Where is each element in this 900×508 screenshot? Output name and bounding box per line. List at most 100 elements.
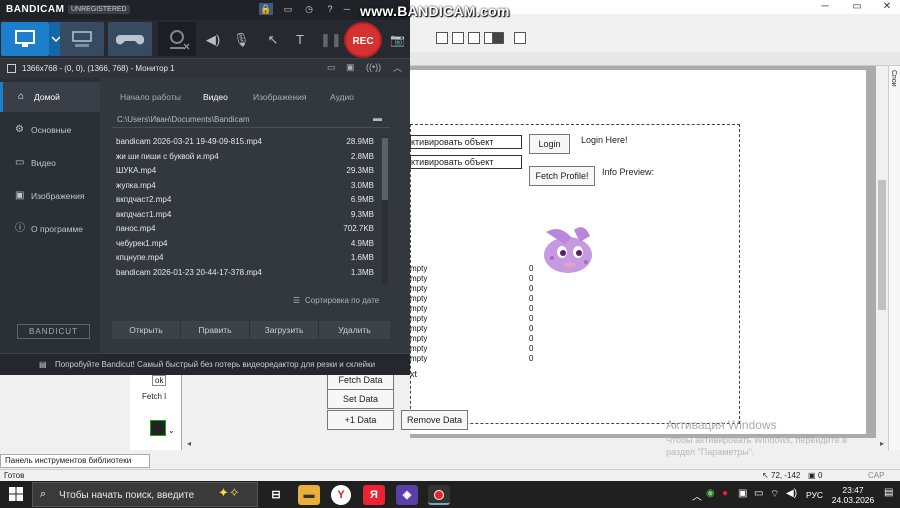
file-row[interactable]: жупка.mp4 3.0MB [112,179,380,194]
close-button[interactable]: ✕ [876,0,898,14]
file-row[interactable]: bandicam 2026-01-23 20-44-17-378.mp4 1.3M… [112,266,380,281]
library-toolbar-tab[interactable]: Панель инструментов библиотеки [0,454,150,468]
plus-data-button[interactable]: +1 Data [327,410,394,430]
sort-by-date[interactable]: Сортировка по дате [305,296,379,305]
language-indicator[interactable]: РУС [806,490,823,500]
windows-start-icon[interactable] [8,486,24,502]
pause-icon[interactable]: ❚❚ [320,33,342,46]
file-row[interactable]: панос.mp4 702.7KB [112,222,380,237]
tray-record-icon[interactable]: ● [722,488,728,499]
cursor-effect-icon[interactable]: ↖ [265,33,281,46]
text-input-2[interactable]: ктивировать объект [410,155,522,169]
file-row[interactable]: чебурек1.mp4 4.9MB [112,237,380,252]
network-icon[interactable]: ⌔ [770,488,779,501]
file-list: bandicam 2026-03-21 19-49-09-815.mp4 28.9… [112,135,380,285]
video-icon[interactable]: ▭ [327,62,336,73]
microphone-icon[interactable]: 🎙 [233,33,250,46]
audio-wave-icon[interactable]: ((•)) [366,62,381,72]
sidebar-item-about[interactable]: ⓘ О программе [0,214,100,244]
toolbar-icon[interactable] [436,32,448,44]
list-value: 0 [529,324,534,333]
status-bar: Готов ↖ 72, -142 ▣ 0 CAP NUM [0,469,900,489]
camera-icon[interactable]: 📷 [390,33,405,47]
tab-video[interactable]: Видео [203,92,228,102]
toolbox-item-icon[interactable] [150,420,166,436]
list-value: 0 [529,284,534,293]
scroll-left-icon[interactable]: ◂ [187,439,191,448]
file-row[interactable]: bandicam 2026-03-21 19-49-09-815.mp4 28.9… [112,135,380,150]
yandex-icon[interactable]: Я [363,485,385,505]
right-collapsed-panel[interactable]: Спои [888,66,900,450]
bandicam-logo: BANDICAM [6,4,65,15]
maximize-button[interactable]: ▭ [846,0,868,14]
toolbox-item-ok[interactable]: ok [152,375,167,386]
text-icon[interactable]: T [292,33,308,46]
remove-data-button[interactable]: Remove Data [401,410,468,430]
upload-button[interactable]: Загрузить [250,321,319,339]
bandicam-task-icon[interactable] [428,485,450,505]
tab-audio[interactable]: Аудио [330,92,354,102]
sidebar-item-images[interactable]: ▣ Изображения [0,181,100,211]
file-explorer-icon[interactable]: ▬ [298,485,320,505]
tab-images[interactable]: Изображения [253,92,306,102]
minimize-icon[interactable]: ─ [340,3,354,15]
set-data-button[interactable]: Set Data [327,389,394,409]
chat-icon: ▤ [39,360,47,369]
toolbar-icon[interactable] [514,32,526,44]
chevron-down-icon[interactable]: ⌄ [168,426,175,435]
file-row[interactable]: вкпдчаст2.mp4 6.9MB [112,193,380,208]
screen-mode-button[interactable] [1,22,49,56]
edit-button[interactable]: Править [181,321,250,339]
minimize-button[interactable]: ─ [814,0,836,14]
delete-button[interactable]: Удалить [320,321,389,339]
collapse-icon[interactable]: ︿ [393,61,402,74]
status-size: 0 [818,471,823,480]
scrollbar-thumb[interactable] [878,180,886,310]
image-icon[interactable]: ▣ [346,62,355,73]
toolbar-icon[interactable] [452,32,464,44]
sidebar-item-general[interactable]: ⚙ Основные [0,115,100,145]
clock-icon[interactable]: ◷ [302,3,316,15]
promo-text[interactable]: Попробуйте Bandicut! Самый быстрый без п… [55,360,375,369]
yandex-browser-icon[interactable]: Y [331,485,351,505]
lock-icon[interactable]: 🔒 [259,3,273,15]
webcam-mode-button[interactable] [158,22,196,56]
scroll-right-icon[interactable]: ▸ [880,439,884,448]
toolbox-item-fetch[interactable]: Fetch l [142,392,166,401]
notifications-icon[interactable]: ▤ [884,487,893,498]
scrollbar-thumb[interactable] [382,138,388,200]
sidebar-item-video[interactable]: ▭ Видео [0,148,100,178]
tray-app-icon[interactable]: ◉ [706,488,715,499]
tray-chevron-icon[interactable]: ︿ [692,488,702,503]
volume-icon[interactable]: ◀) [786,488,797,499]
unregistered-badge: UNREGISTERED [68,5,130,14]
file-row[interactable]: кпцнупе.mp4 1.6MB [112,251,380,266]
speaker-icon[interactable]: ◀) [205,33,221,46]
battery-icon[interactable]: ▭ [754,488,763,499]
text-input-1[interactable]: ктивировать объект [410,135,522,149]
info-preview-label: Info Preview: [602,167,655,177]
folder-icon[interactable]: ▬ [373,113,382,123]
fetch-profile-button[interactable]: Fetch Profile! [529,166,595,186]
toolbar-icon[interactable] [492,32,504,44]
record-button[interactable]: REC [344,22,382,58]
login-button[interactable]: Login [529,134,570,154]
file-row[interactable]: ШУКА.mp4 29.3MB [112,164,380,179]
tab-getting-started[interactable]: Начало работы [120,92,181,102]
file-row[interactable]: жи ши пиши с буквой и.mp4 2.8MB [112,150,380,165]
toolbar-icon[interactable] [468,32,480,44]
gamepad-mode-button[interactable] [108,22,152,56]
bandicut-link[interactable]: BANDICUT [17,324,90,339]
clock-date[interactable]: 24.03.2026 [828,495,878,505]
folder-icon[interactable]: ▭ [281,3,295,15]
task-view-icon[interactable]: ⊟ [265,485,287,505]
hdmi-mode-button[interactable] [60,22,104,56]
area-icon[interactable] [7,64,16,73]
app-icon[interactable]: ◈ [396,485,418,505]
file-row[interactable]: вкпдчаст1.mp4 9.3MB [112,208,380,223]
tray-icon[interactable]: ▣ [738,488,747,499]
clock-time[interactable]: 23:47 [828,485,878,495]
open-button[interactable]: Открыть [112,321,181,339]
sidebar-item-home[interactable]: ⌂ Домой [0,82,100,112]
help-icon[interactable]: ? [323,3,337,15]
